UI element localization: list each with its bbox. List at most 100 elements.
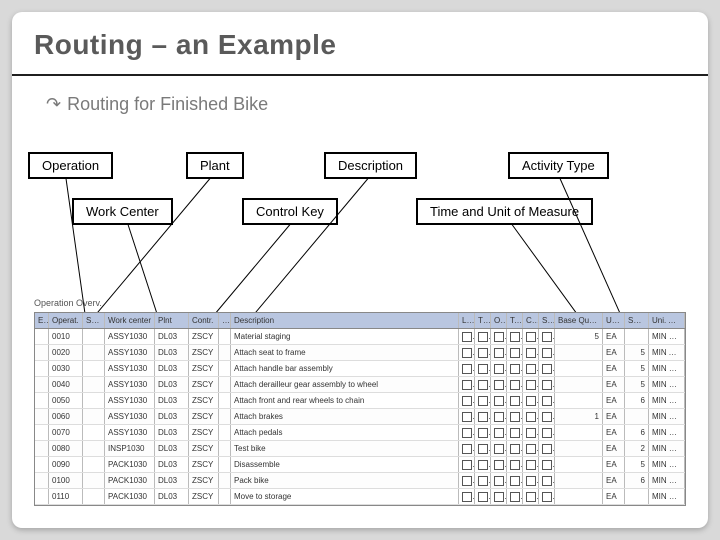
label-activity-type: Activity Type: [508, 152, 609, 179]
col-plant: Plnt: [155, 313, 189, 328]
checkbox-icon: [526, 444, 536, 454]
checkbox-icon: [526, 460, 536, 470]
checkbox-icon: [494, 492, 504, 502]
checkbox-icon: [510, 396, 520, 406]
checkbox-icon: [478, 492, 488, 502]
checkbox-icon: [542, 476, 552, 486]
checkbox-icon: [462, 332, 472, 342]
checkbox-icon: [494, 476, 504, 486]
checkbox-icon: [542, 332, 552, 342]
label-plant: Plant: [186, 152, 244, 179]
checkbox-icon: [462, 412, 472, 422]
checkbox-icon: [494, 364, 504, 374]
label-operation: Operation: [28, 152, 113, 179]
col-unit-act: Uni. ActMNE…: [649, 313, 685, 328]
checkbox-icon: [510, 332, 520, 342]
checkbox-icon: [478, 364, 488, 374]
table-row: 0080INSP1030DL03ZSCYTest bikeEA2MIN LABO…: [35, 441, 685, 457]
checkbox-icon: [542, 348, 552, 358]
checkbox-icon: [494, 460, 504, 470]
col-base-qty: Base Quantity: [555, 313, 603, 328]
col-trtc: TRTC…: [475, 313, 491, 328]
label-control-key: Control Key: [242, 198, 338, 225]
checkbox-icon: [510, 364, 520, 374]
checkbox-icon: [478, 396, 488, 406]
checkbox-icon: [478, 444, 488, 454]
checkbox-icon: [478, 428, 488, 438]
table-row: 0060ASSY1030DL03ZSCYAttach brakes1EAMIN …: [35, 409, 685, 425]
checkbox-icon: [526, 412, 536, 422]
checkbox-icon: [542, 380, 552, 390]
checkbox-icon: [462, 428, 472, 438]
checkbox-icon: [494, 380, 504, 390]
bullet-text: Routing for Finished Bike: [67, 94, 268, 114]
checkbox-icon: [478, 476, 488, 486]
bullet-row: ↷ Routing for Finished Bike: [46, 94, 268, 115]
checkbox-icon: [542, 396, 552, 406]
checkbox-icon: [510, 476, 520, 486]
checkbox-icon: [510, 348, 520, 358]
checkbox-icon: [510, 492, 520, 502]
checkbox-icon: [478, 412, 488, 422]
checkbox-icon: [526, 428, 536, 438]
checkbox-icon: [542, 444, 552, 454]
col-su: Su…: [539, 313, 555, 328]
table-body: 0010ASSY1030DL03ZSCYMaterial staging5EAM…: [35, 329, 685, 505]
checkbox-icon: [462, 476, 472, 486]
checkbox-icon: [462, 460, 472, 470]
table-row: 0040ASSY1030DL03ZSCYAttach derailleur ge…: [35, 377, 685, 393]
checkbox-icon: [494, 332, 504, 342]
checkbox-icon: [526, 348, 536, 358]
table-row: 0070ASSY1030DL03ZSCYAttach pedalsEA6MIN …: [35, 425, 685, 441]
col-unit: U…: [603, 313, 625, 328]
checkbox-icon: [510, 428, 520, 438]
checkbox-icon: [542, 428, 552, 438]
table-caption: Operation Overv.: [34, 298, 102, 308]
col-standard: …Standard: [219, 313, 231, 328]
col-cl: Cl…: [523, 313, 539, 328]
label-description: Description: [324, 152, 417, 179]
checkbox-icon: [526, 476, 536, 486]
checkbox-icon: [478, 460, 488, 470]
table-row: 0020ASSY1030DL03ZSCYAttach seat to frame…: [35, 345, 685, 361]
checkbox-icon: [462, 380, 472, 390]
title-underline: [12, 74, 708, 76]
checkbox-icon: [510, 444, 520, 454]
col-setup: Set…: [625, 313, 649, 328]
checkbox-icon: [526, 332, 536, 342]
checkbox-icon: [478, 348, 488, 358]
col-sop: SOp: [83, 313, 105, 328]
col-ol: O…: [491, 313, 507, 328]
col-ex: Ex: [35, 313, 49, 328]
checkbox-icon: [494, 348, 504, 358]
slide-card: Routing – an Example ↷Routing for Finish…: [12, 12, 708, 528]
col-lo: Lo…: [459, 313, 475, 328]
checkbox-icon: [462, 492, 472, 502]
checkbox-icon: [494, 428, 504, 438]
routing-table: Ex Operat. SOp Work center Plnt Contr. ……: [34, 312, 686, 506]
checkbox-icon: [526, 364, 536, 374]
checkbox-icon: [462, 396, 472, 406]
table-header-row: Ex Operat. SOp Work center Plnt Contr. ……: [35, 313, 685, 329]
checkbox-icon: [462, 348, 472, 358]
checkbox-icon: [526, 492, 536, 502]
checkbox-icon: [478, 380, 488, 390]
bullet-icon: ↷: [46, 94, 61, 115]
checkbox-icon: [542, 492, 552, 502]
checkbox-icon: [478, 332, 488, 342]
checkbox-icon: [542, 460, 552, 470]
table-row: 0010ASSY1030DL03ZSCYMaterial staging5EAM…: [35, 329, 685, 345]
checkbox-icon: [494, 396, 504, 406]
table-row: 0090PACK1030DL03ZSCYDisassembleEA5MIN LA…: [35, 457, 685, 473]
label-work-center: Work Center: [72, 198, 173, 225]
col-work-center: Work center: [105, 313, 155, 328]
checkbox-icon: [542, 364, 552, 374]
table-row: 0030ASSY1030DL03ZSCYAttach handle bar as…: [35, 361, 685, 377]
col-description: Description: [231, 313, 459, 328]
label-time-unit: Time and Unit of Measure: [416, 198, 593, 225]
checkbox-icon: [494, 412, 504, 422]
checkbox-icon: [510, 412, 520, 422]
checkbox-icon: [462, 444, 472, 454]
checkbox-icon: [526, 380, 536, 390]
table-row: 0050ASSY1030DL03ZSCYAttach front and rea…: [35, 393, 685, 409]
